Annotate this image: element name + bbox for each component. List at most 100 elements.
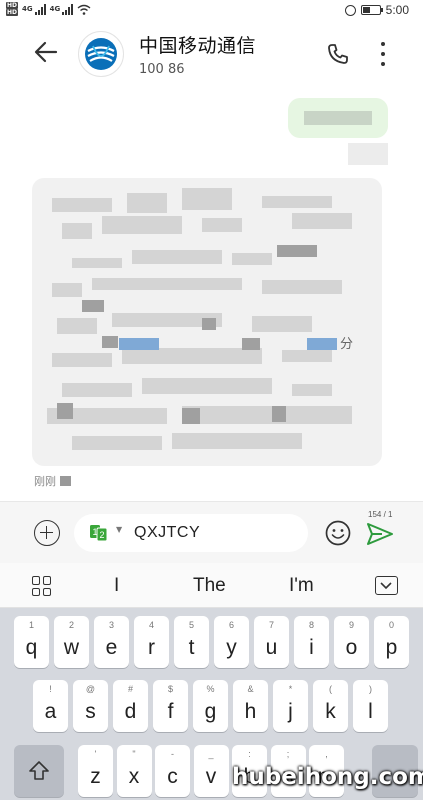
battery-icon: [360, 5, 383, 15]
key-t[interactable]: 5t: [174, 616, 209, 668]
pixelated-message-content: 分: [47, 188, 353, 450]
key-r[interactable]: 4r: [134, 616, 169, 668]
key-hint: %: [206, 684, 215, 694]
more-vertical-icon[interactable]: [378, 42, 388, 66]
key-y[interactable]: 6y: [214, 616, 249, 668]
message-list[interactable]: 分 刚刚: [0, 88, 423, 501]
alarm-icon: [344, 4, 356, 16]
message-composer: 1 2 ▼ QXJTCY 154 / 1: [0, 501, 423, 563]
key-h[interactable]: & h: [233, 680, 268, 732]
phone-icon[interactable]: [326, 42, 350, 66]
conversation-header: 中国移动通信 100 86: [0, 22, 423, 88]
key-s[interactable]: @ s: [73, 680, 108, 732]
send-icon[interactable]: [366, 522, 394, 546]
sim-card-icon[interactable]: 1 2: [90, 525, 110, 541]
key-label: g: [204, 700, 217, 723]
key-p[interactable]: 0p: [374, 616, 409, 668]
suggestion-item[interactable]: The: [193, 575, 226, 597]
key-label: x: [128, 765, 140, 788]
key-hint: &: [247, 684, 254, 694]
status-right: 5:00: [344, 3, 409, 17]
key-label: s: [85, 700, 96, 723]
key-x[interactable]: " x: [116, 745, 152, 797]
signal-1-icon: [34, 3, 46, 15]
key-label: i: [309, 636, 314, 659]
contact-avatar[interactable]: [78, 31, 124, 77]
key-label: r: [148, 636, 155, 659]
pixelated-text: [304, 111, 372, 125]
key-z[interactable]: ' z: [78, 745, 113, 797]
key-label: w: [63, 636, 80, 659]
watermark-text: hubeihong.com: [232, 764, 423, 790]
contact-name: 中国移动通信: [139, 35, 257, 57]
key-hint: 0: [388, 620, 394, 630]
smiley-icon[interactable]: [325, 520, 351, 546]
key-l[interactable]: ) l: [353, 680, 388, 732]
wifi-icon: [77, 4, 91, 15]
key-label: u: [265, 636, 278, 659]
key-hint: !: [49, 684, 52, 694]
key-w[interactable]: 2w: [54, 616, 89, 668]
apps-grid-icon[interactable]: [32, 576, 52, 596]
key-hint: 6: [228, 620, 234, 630]
message-input-field[interactable]: 1 2 ▼ QXJTCY: [74, 514, 308, 552]
key-u[interactable]: 7u: [254, 616, 289, 668]
key-label: t: [188, 636, 195, 659]
key-q[interactable]: 1q: [14, 616, 49, 668]
key-label: p: [385, 636, 398, 659]
key-label: v: [205, 765, 217, 788]
key-f[interactable]: $ f: [153, 680, 188, 732]
back-arrow-icon[interactable]: [32, 38, 60, 66]
key-label: f: [167, 700, 174, 723]
pixelated-area: [348, 143, 388, 165]
key-o[interactable]: 9o: [334, 616, 369, 668]
key-hint: $: [167, 684, 173, 694]
key-label: l: [368, 700, 373, 723]
outgoing-message-bubble[interactable]: [288, 98, 388, 138]
add-attachment-icon[interactable]: [34, 520, 60, 546]
key-hint: #: [127, 684, 133, 694]
suggestion-item[interactable]: I: [114, 575, 119, 597]
key-hint: 5: [188, 620, 194, 630]
key-hint: :: [248, 749, 251, 759]
hd-badge: HD HD: [6, 2, 19, 16]
key-label: a: [44, 700, 57, 723]
key-label: y: [226, 636, 237, 659]
key-hint: ,: [325, 749, 328, 759]
keyboard-hide-icon[interactable]: [375, 576, 398, 595]
network-type-2: 4G: [49, 5, 61, 13]
chevron-down-icon[interactable]: ▼: [116, 525, 122, 534]
key-hint: ): [369, 684, 372, 694]
china-mobile-logo-icon: [85, 38, 117, 70]
shift-key[interactable]: [14, 745, 64, 797]
key-label: o: [345, 636, 358, 659]
suggestion-item[interactable]: I'm: [289, 575, 314, 597]
key-label: q: [25, 636, 38, 659]
key-hint: 9: [348, 620, 354, 630]
message-input-text[interactable]: QXJTCY: [134, 524, 200, 542]
key-k[interactable]: (k: [313, 680, 348, 732]
key-hint: 1: [28, 620, 34, 630]
key-label: h: [244, 700, 257, 723]
status-bar: HD HD 4G 4G 5:00: [0, 0, 423, 22]
incoming-fragment-text: 分: [340, 337, 353, 352]
sim-slot-number: 2: [100, 530, 105, 540]
key-j[interactable]: * j: [273, 680, 308, 732]
key-hint: ': [94, 749, 97, 759]
sim-mini-icon: [60, 476, 71, 486]
status-time: 5:00: [385, 3, 409, 17]
key-g[interactable]: % g: [193, 680, 228, 732]
key-hint: *: [288, 684, 293, 694]
key-label: z: [90, 765, 101, 788]
key-e[interactable]: 3e: [94, 616, 129, 668]
key-c[interactable]: -c: [155, 745, 190, 797]
incoming-message-bubble[interactable]: 分: [32, 178, 382, 466]
key-i[interactable]: 8i: [294, 616, 329, 668]
message-timestamp: 刚刚: [34, 473, 71, 489]
key-hint: (: [329, 684, 332, 694]
key-v[interactable]: _ v: [193, 745, 229, 797]
key-d[interactable]: # d: [113, 680, 148, 732]
key-hint: ;: [286, 749, 290, 759]
shift-arrow-icon: [29, 761, 49, 780]
key-a[interactable]: ! a: [33, 680, 68, 732]
